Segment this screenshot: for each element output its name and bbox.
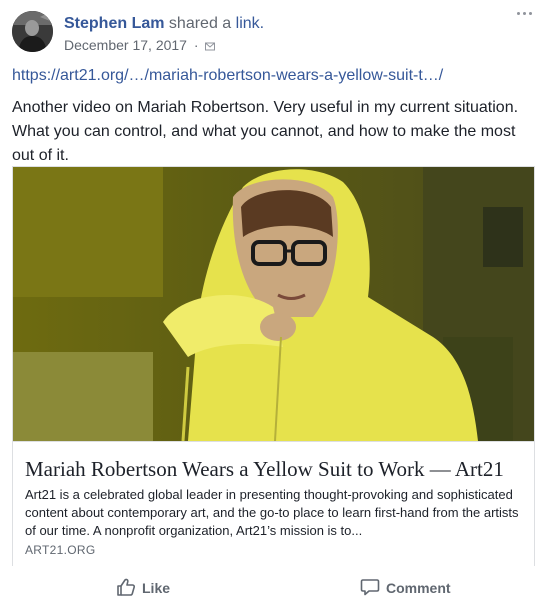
link-preview-domain: ART21.ORG xyxy=(25,543,96,557)
link-preview-description: Art21 is a celebrated global leader in p… xyxy=(25,487,519,538)
post-header-line: Stephen Lam shared a link. xyxy=(64,14,264,34)
post-meta: December 17, 2017 · xyxy=(64,37,216,53)
thumbs-up-icon xyxy=(117,578,136,596)
author-avatar[interactable] xyxy=(12,11,53,52)
post-actions-bar: Like Comment xyxy=(12,570,537,606)
author-name[interactable]: Stephen Lam xyxy=(64,15,164,32)
like-button[interactable]: Like xyxy=(116,576,170,600)
speech-bubble-icon xyxy=(360,579,380,596)
link-preview-title[interactable]: Mariah Robertson Wears a Yellow Suit to … xyxy=(25,456,525,482)
link-preview-info[interactable]: Mariah Robertson Wears a Yellow Suit to … xyxy=(13,441,534,566)
avatar-photo xyxy=(12,11,53,52)
shared-link-text[interactable]: link. xyxy=(236,15,264,32)
like-label: Like xyxy=(142,580,171,596)
post-url-link[interactable]: https://art21.org/…/mariah-robertson-wea… xyxy=(12,66,443,86)
link-preview-card[interactable]: Mariah Robertson Wears a Yellow Suit to … xyxy=(12,166,535,566)
post-date[interactable]: December 17, 2017 xyxy=(64,37,187,53)
post-card: Stephen Lam shared a link. December 17, … xyxy=(0,0,549,608)
more-options-icon[interactable] xyxy=(517,12,539,24)
comment-button[interactable]: Comment xyxy=(360,576,451,600)
shared-action-text: shared a xyxy=(168,15,232,32)
envelope-icon[interactable] xyxy=(205,38,216,51)
comment-label: Comment xyxy=(386,580,451,596)
meta-separator: · xyxy=(193,37,199,53)
link-preview-image[interactable] xyxy=(13,167,534,441)
post-message: Another video on Mariah Robertson. Very … xyxy=(12,99,519,164)
